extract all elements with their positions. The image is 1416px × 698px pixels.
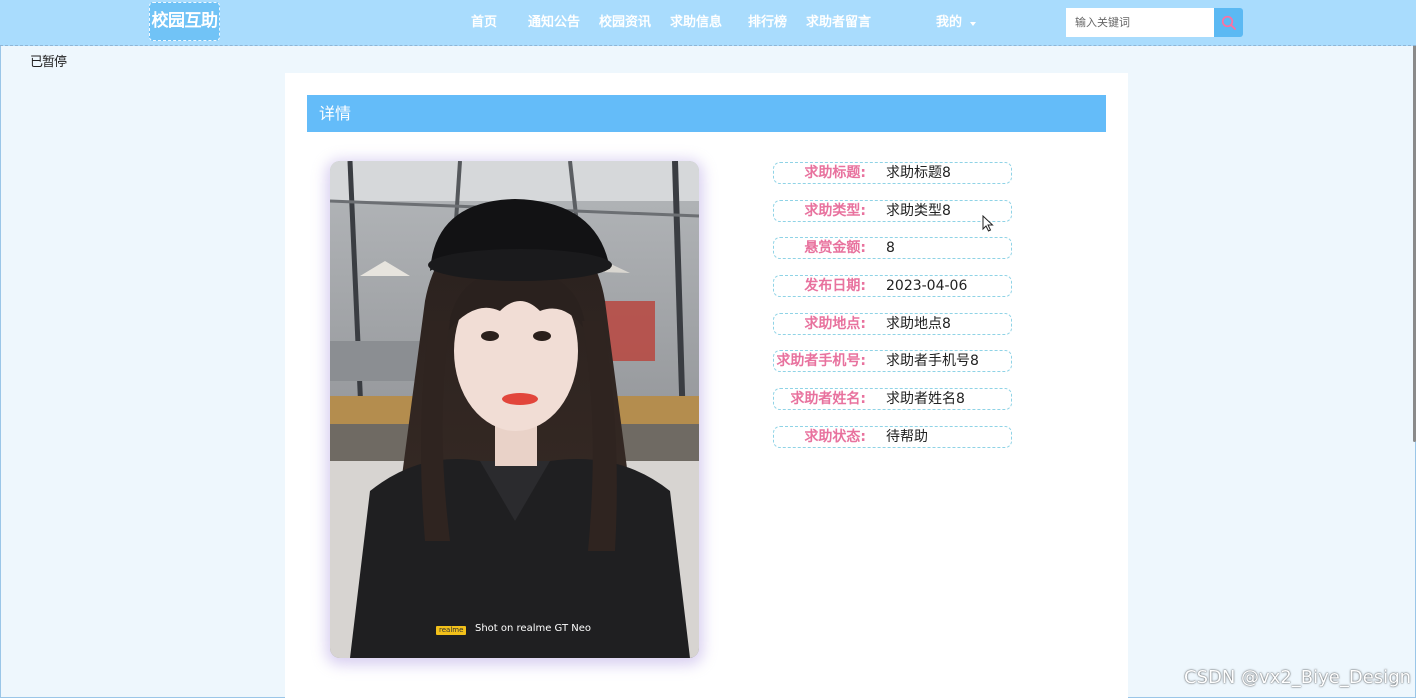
detail-value: 求助者手机号8 <box>886 353 979 369</box>
photo-watermark-text: Shot on realme GT Neo <box>475 623 591 634</box>
search-icon <box>1221 15 1236 30</box>
nav-my-menu[interactable]: 我的 <box>936 14 977 32</box>
top-navigation-bar: 校园互助 首页 通知公告 校园资讯 求助信息 排行榜 求助者留言 我的 <box>0 0 1416 46</box>
detail-label: 求助状态: <box>804 429 866 445</box>
nav-campus-news[interactable]: 校园资讯 <box>599 14 651 32</box>
photo-brand-badge: realme <box>436 626 467 635</box>
detail-panel: 详情 realme Shot on realme GT Neo 求助标题: 求助… <box>285 73 1128 698</box>
csdn-watermark: CSDN @vx2_Biye_Design <box>1184 667 1412 688</box>
detail-row: 求助类型: 求助类型8 <box>773 200 1012 222</box>
detail-label: 求助者手机号: <box>776 353 866 369</box>
detail-value: 8 <box>886 240 895 256</box>
search-input[interactable] <box>1066 8 1214 37</box>
nav-leaderboard[interactable]: 排行榜 <box>748 14 787 32</box>
nav-notices[interactable]: 通知公告 <box>528 14 580 32</box>
site-logo[interactable]: 校园互助 <box>149 2 220 41</box>
mouse-cursor-icon <box>982 215 994 232</box>
detail-label: 求助标题: <box>804 165 866 181</box>
detail-row: 求助地点: 求助地点8 <box>773 313 1012 335</box>
detail-value: 待帮助 <box>886 429 928 445</box>
nav-help-info[interactable]: 求助信息 <box>670 14 722 32</box>
detail-label: 求助地点: <box>804 316 866 332</box>
section-title: 详情 <box>307 95 1106 132</box>
nav-home[interactable]: 首页 <box>471 14 497 32</box>
nav-my-label: 我的 <box>936 15 963 30</box>
detail-row: 求助状态: 待帮助 <box>773 426 1012 448</box>
corner-status-text: 已暂停 <box>30 55 67 70</box>
detail-value: 求助地点8 <box>886 316 951 332</box>
detail-label: 发布日期: <box>804 278 866 294</box>
detail-label: 求助者姓名: <box>790 391 866 407</box>
detail-value: 求助者姓名8 <box>886 391 965 407</box>
detail-label: 悬赏金额: <box>804 240 866 256</box>
nav-messages[interactable]: 求助者留言 <box>806 14 871 32</box>
detail-row: 求助者手机号: 求助者手机号8 <box>773 350 1012 372</box>
search-button[interactable] <box>1214 8 1243 37</box>
detail-label: 求助类型: <box>804 203 866 219</box>
detail-value: 求助标题8 <box>886 165 951 181</box>
detail-row: 求助标题: 求助标题8 <box>773 162 1012 184</box>
detail-row: 悬赏金额: 8 <box>773 237 1012 259</box>
detail-row: 求助者姓名: 求助者姓名8 <box>773 388 1012 410</box>
help-post-photo: realme Shot on realme GT Neo <box>330 161 699 658</box>
detail-value: 2023-04-06 <box>886 278 968 294</box>
detail-value: 求助类型8 <box>886 203 951 219</box>
chevron-down-icon <box>970 21 977 26</box>
detail-row: 发布日期: 2023-04-06 <box>773 275 1012 297</box>
